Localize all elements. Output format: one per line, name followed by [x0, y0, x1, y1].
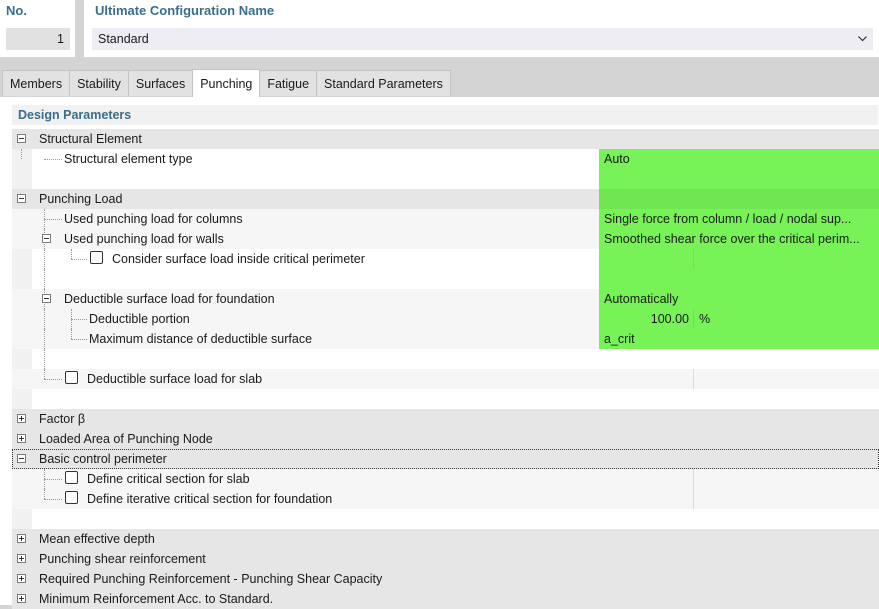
deductible-portion-value[interactable]: 100.00 %	[599, 309, 879, 329]
tab-bar: Members Stability Surfaces Punching Fati…	[2, 69, 451, 97]
parameter-tree: Structural Element Structural element ty…	[12, 129, 879, 609]
group-mean-effective-depth[interactable]: Mean effective depth	[12, 529, 879, 549]
group-punching-shear-reinforcement[interactable]: Punching shear reinforcement	[12, 549, 879, 569]
structural-element-type-label: Structural element type	[64, 152, 193, 166]
group-factor-beta[interactable]: Factor β	[12, 409, 879, 429]
deductible-slab-checkbox[interactable]	[65, 371, 78, 384]
max-distance-value[interactable]: a_crit	[599, 329, 879, 349]
critical-section-slab-row[interactable]: Define critical section for slab	[12, 469, 879, 489]
group-punching-load[interactable]: Punching Load	[12, 189, 879, 209]
punching-load-columns-row[interactable]: Used punching load for columns Single fo…	[12, 209, 879, 229]
group-label: Punching Load	[39, 192, 123, 206]
structural-element-type-row[interactable]: Structural element type Auto	[12, 149, 879, 169]
expand-icon[interactable]	[17, 594, 26, 603]
punching-load-walls-value[interactable]: Smoothed shear force over the critical p…	[599, 229, 879, 249]
group-label: Mean effective depth	[39, 532, 155, 546]
max-distance-row[interactable]: Maximum distance of deductible surface a…	[12, 329, 879, 349]
number-field[interactable]: 1	[6, 28, 70, 50]
group-required-punching-reinforcement[interactable]: Required Punching Reinforcement - Punchi…	[12, 569, 879, 589]
deductible-portion-row[interactable]: Deductible portion 100.00 %	[12, 309, 879, 329]
consider-surface-load-label: Consider surface load inside critical pe…	[112, 252, 365, 266]
group-minimum-reinforcement[interactable]: Minimum Reinforcement Acc. to Standard.	[12, 589, 879, 609]
punching-load-walls-row[interactable]: Used punching load for walls Smoothed sh…	[12, 229, 879, 249]
group-basic-control-perimeter[interactable]: Basic control perimeter	[12, 449, 879, 469]
deductible-portion-unit: %	[699, 312, 711, 326]
consider-surface-load-row[interactable]: Consider surface load inside critical pe…	[12, 249, 879, 269]
configuration-name-value: Standard	[98, 32, 149, 46]
critical-section-slab-label: Define critical section for slab	[87, 472, 250, 486]
tab-surfaces[interactable]: Surfaces	[127, 70, 194, 96]
expand-icon[interactable]	[17, 574, 26, 583]
punching-tab-content: Design Parameters Structural Element Str…	[0, 97, 879, 609]
max-distance-label: Maximum distance of deductible surface	[89, 332, 313, 346]
deductible-slab-row[interactable]: Deductible surface load for slab	[12, 369, 879, 389]
collapse-icon[interactable]	[17, 194, 26, 203]
group-label: Loaded Area of Punching Node	[39, 432, 213, 446]
tab-stability[interactable]: Stability	[69, 70, 129, 96]
critical-section-foundation-row[interactable]: Define iterative critical section for fo…	[12, 489, 879, 509]
chevron-down-icon	[858, 36, 867, 42]
deductible-foundation-label: Deductible surface load for foundation	[64, 292, 275, 306]
design-parameters-title: Design Parameters	[18, 108, 132, 122]
collapse-icon[interactable]	[17, 454, 26, 463]
tab-standard-parameters[interactable]: Standard Parameters	[316, 70, 451, 96]
deductible-foundation-value[interactable]: Automatically	[599, 289, 879, 309]
punching-load-columns-label: Used punching load for columns	[64, 212, 243, 226]
number-label: No.	[6, 3, 27, 18]
consider-surface-load-checkbox[interactable]	[90, 251, 103, 264]
number-panel: No. 1	[0, 0, 75, 57]
group-label: Punching shear reinforcement	[39, 552, 206, 566]
tab-fatigue[interactable]: Fatigue	[259, 70, 318, 96]
group-label: Basic control perimeter	[39, 452, 167, 466]
configuration-name-panel: Ultimate Configuration Name Standard	[84, 0, 879, 57]
group-label: Structural Element	[39, 132, 142, 146]
design-parameters-header: Design Parameters	[12, 105, 878, 125]
collapse-icon[interactable]	[42, 294, 51, 303]
expand-icon[interactable]	[17, 554, 26, 563]
tab-punching[interactable]: Punching	[192, 69, 261, 97]
critical-section-slab-checkbox[interactable]	[65, 471, 78, 484]
structural-element-type-value[interactable]: Auto	[599, 149, 879, 169]
group-label: Required Punching Reinforcement - Punchi…	[39, 572, 383, 586]
expand-icon[interactable]	[17, 534, 26, 543]
group-label: Factor β	[39, 412, 86, 426]
tab-members[interactable]: Members	[2, 70, 71, 96]
punching-load-walls-label: Used punching load for walls	[64, 232, 224, 246]
deductible-foundation-row[interactable]: Deductible surface load for foundation A…	[12, 289, 879, 309]
configuration-name-select[interactable]: Standard	[92, 28, 873, 50]
collapse-icon[interactable]	[42, 234, 51, 243]
deductible-slab-label: Deductible surface load for slab	[87, 372, 263, 386]
configuration-name-label: Ultimate Configuration Name	[95, 3, 275, 18]
collapse-icon[interactable]	[17, 134, 26, 143]
expand-icon[interactable]	[17, 414, 26, 423]
group-loaded-area[interactable]: Loaded Area of Punching Node	[12, 429, 879, 449]
group-label: Minimum Reinforcement Acc. to Standard.	[39, 592, 274, 606]
punching-load-columns-value[interactable]: Single force from column / load / nodal …	[599, 209, 879, 229]
critical-section-foundation-checkbox[interactable]	[65, 491, 78, 504]
critical-section-foundation-label: Define iterative critical section for fo…	[87, 492, 333, 506]
group-structural-element[interactable]: Structural Element	[12, 129, 879, 149]
expand-icon[interactable]	[17, 434, 26, 443]
deductible-portion-label: Deductible portion	[89, 312, 190, 326]
